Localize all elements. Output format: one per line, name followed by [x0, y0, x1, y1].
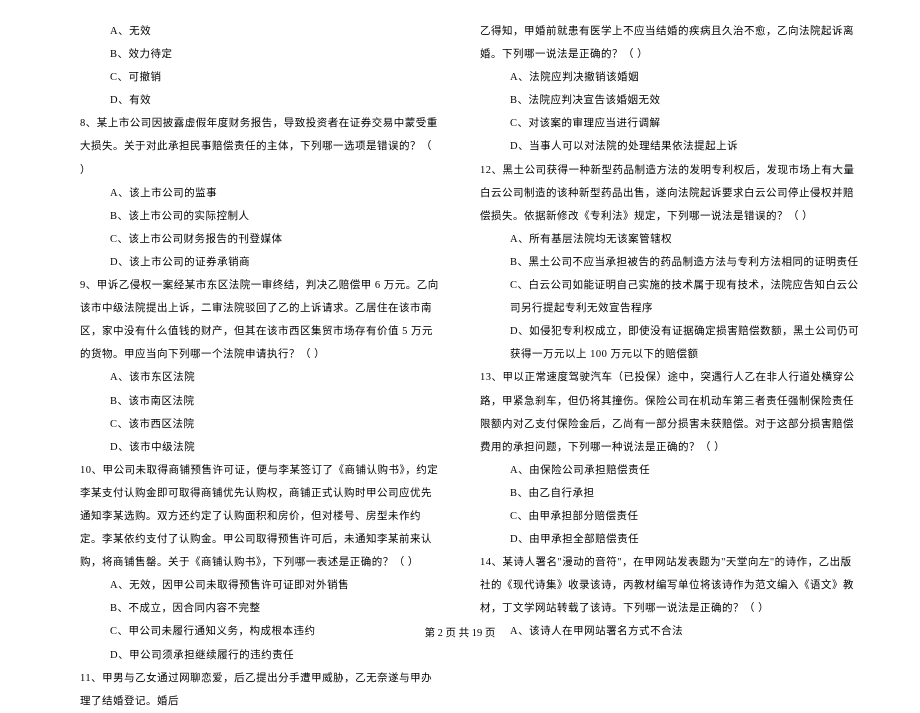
option: A、该市东区法院: [80, 366, 440, 389]
option: A、无效，因甲公司未取得预售许可证即对外销售: [80, 574, 440, 597]
option: D、如侵犯专利权成立，即使没有证据确定损害赔偿数额，黑土公司仍可获得一万元以上 …: [480, 320, 860, 366]
question-10: 10、甲公司未取得商铺预售许可证，便与李某签订了《商铺认购书》，约定李某支付认购…: [80, 459, 440, 574]
option: D、由甲承担全部赔偿责任: [480, 528, 860, 551]
option: C、由甲承担部分赔偿责任: [480, 505, 860, 528]
option: A、法院应判决撤销该婚姻: [480, 66, 860, 89]
option: B、该上市公司的实际控制人: [80, 205, 440, 228]
question-11: 11、甲男与乙女通过网聊恋爱，后乙提出分手遭甲威胁，乙无奈遂与甲办理了结婚登记。…: [80, 667, 440, 713]
option: C、该上市公司财务报告的刊登媒体: [80, 228, 440, 251]
right-column: 乙得知，甲婚前就患有医学上不应当结婚的疾病且久治不愈，乙向法院起诉离婚。下列哪一…: [460, 20, 890, 620]
option: D、该市中级法院: [80, 436, 440, 459]
option: A、无效: [80, 20, 440, 43]
exam-page: A、无效 B、效力待定 C、可撤销 D、有效 8、某上市公司因披露虚假年度财务报…: [0, 0, 920, 650]
question-9: 9、甲诉乙侵权一案经某市东区法院一审终结，判决乙赔偿甲 6 万元。乙向该市中级法…: [80, 274, 440, 366]
question-11-cont: 乙得知，甲婚前就患有医学上不应当结婚的疾病且久治不愈，乙向法院起诉离婚。下列哪一…: [480, 20, 860, 66]
option: C、白云公司如能证明自己实施的技术属于现有技术，法院应告知白云公司另行提起专利无…: [480, 274, 860, 320]
option: B、由乙自行承担: [480, 482, 860, 505]
question-13: 13、甲以正常速度驾驶汽车（已投保）途中，突遇行人乙在非人行道处横穿公路，甲紧急…: [480, 366, 860, 458]
option: D、该上市公司的证券承销商: [80, 251, 440, 274]
question-8: 8、某上市公司因披露虚假年度财务报告，导致投资者在证券交易中蒙受重大损失。关于对…: [80, 112, 440, 181]
option: B、法院应判决宣告该婚姻无效: [480, 89, 860, 112]
option: C、可撤销: [80, 66, 440, 89]
option: B、黑土公司不应当承担被告的药品制造方法与专利方法相同的证明责任: [480, 251, 860, 274]
option: C、该市西区法院: [80, 413, 440, 436]
option: B、该市南区法院: [80, 390, 440, 413]
option: D、甲公司须承担继续履行的违约责任: [80, 644, 440, 667]
option: A、由保险公司承担赔偿责任: [480, 459, 860, 482]
option: A、所有基层法院均无该案管辖权: [480, 228, 860, 251]
question-14: 14、某诗人署名"漫动的音符"，在甲网站发表题为"天堂向左"的诗作，乙出版社的《…: [480, 551, 860, 620]
option: B、效力待定: [80, 43, 440, 66]
option: B、不成立，因合同内容不完整: [80, 597, 440, 620]
option: D、有效: [80, 89, 440, 112]
option: A、该上市公司的监事: [80, 182, 440, 205]
option: C、对该案的审理应当进行调解: [480, 112, 860, 135]
page-footer: 第 2 页 共 19 页: [0, 625, 920, 640]
option: D、当事人可以对法院的处理结果依法提起上诉: [480, 135, 860, 158]
question-12: 12、黑土公司获得一种新型药品制造方法的发明专利权后，发现市场上有大量白云公司制…: [480, 159, 860, 228]
left-column: A、无效 B、效力待定 C、可撤销 D、有效 8、某上市公司因披露虚假年度财务报…: [30, 20, 460, 620]
